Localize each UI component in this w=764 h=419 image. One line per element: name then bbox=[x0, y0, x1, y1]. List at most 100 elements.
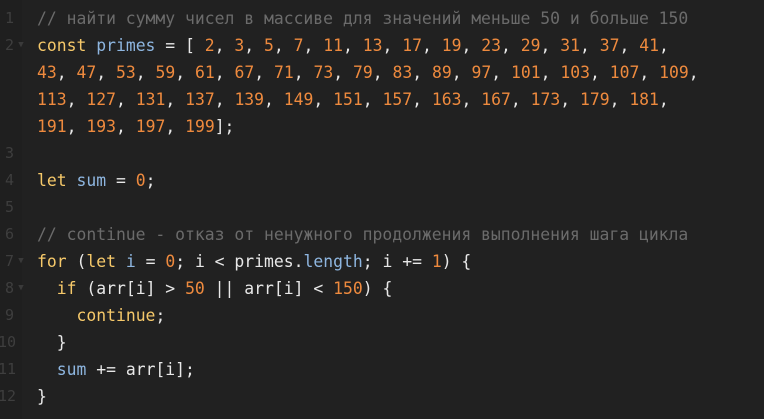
line-number: 2 bbox=[4, 36, 14, 54]
token-punct: , bbox=[412, 90, 432, 109]
token-num: 107 bbox=[609, 63, 640, 82]
token-var: length bbox=[303, 252, 363, 271]
code-line[interactable]: 3 bbox=[0, 140, 764, 167]
token-punct: } bbox=[37, 387, 47, 406]
token-punct: ; bbox=[155, 306, 166, 325]
code-line[interactable]: 2 ▼ const primes = [ 2, 3, 5, 7, 11, 13, 1… bbox=[0, 32, 764, 59]
token-num: 103 bbox=[560, 63, 590, 82]
token-punct: , bbox=[659, 36, 669, 55]
token-var: sum bbox=[56, 360, 87, 379]
code-line[interactable]: 11 sum += arr[i]; bbox=[0, 356, 764, 383]
code-editor[interactable]: 1 // найти сумму чисел в массиве для знач… bbox=[0, 0, 764, 419]
token-punct: ; bbox=[145, 171, 156, 190]
token-num: 19 bbox=[441, 36, 462, 55]
code-line[interactable]: 8 ▼ if (arr[i] > 50 || arr[i] < 150) { bbox=[0, 275, 764, 302]
token-punct: , bbox=[619, 36, 640, 55]
line-number: 4 bbox=[4, 171, 14, 189]
token-punct: , bbox=[491, 63, 511, 82]
token-punct: , bbox=[135, 63, 156, 82]
token-num: 157 bbox=[382, 90, 413, 109]
code-text: // continue - отказ от ненужного продолж… bbox=[37, 221, 688, 248]
token-var: sum bbox=[76, 171, 107, 190]
token-punct: += arr[i]; bbox=[86, 360, 195, 379]
token-num: 5 bbox=[264, 36, 274, 55]
token-plain: primes bbox=[234, 252, 294, 271]
token-punct: , bbox=[96, 63, 116, 82]
token-punct: , bbox=[510, 90, 531, 109]
token-num: 101 bbox=[511, 63, 541, 82]
token-num: 3 bbox=[234, 36, 245, 55]
fold-arrow-icon[interactable]: ▼ bbox=[15, 32, 27, 59]
token-punct: , bbox=[115, 117, 136, 136]
fold-arrow-icon[interactable]: ▼ bbox=[15, 275, 27, 302]
token-keyword: let bbox=[37, 171, 67, 190]
code-text: let sum = 0; bbox=[37, 167, 155, 194]
code-text: // найти сумму чисел в массиве для значе… bbox=[37, 5, 688, 32]
token-punct: , bbox=[372, 63, 393, 82]
token-punct: , bbox=[214, 63, 235, 82]
code-text: sum += arr[i]; bbox=[37, 356, 195, 383]
token-punct: ( bbox=[66, 252, 87, 271]
code-line[interactable]: 10 } bbox=[0, 329, 764, 356]
code-line[interactable]: 4 let sum = 0; bbox=[0, 167, 764, 194]
token-num: 199 bbox=[185, 117, 215, 136]
token-num: 113 bbox=[37, 90, 67, 109]
code-line[interactable]: 12} bbox=[0, 383, 764, 410]
token-num: 0 bbox=[165, 252, 176, 271]
code-line[interactable]: 7 ▼ for (let i = 0; i < primes.length; i +… bbox=[0, 248, 764, 275]
token-num: 149 bbox=[283, 90, 314, 109]
token-punct: , bbox=[422, 36, 442, 55]
token-num: 163 bbox=[431, 90, 462, 109]
token-punct: . bbox=[293, 252, 304, 271]
token-var: primes bbox=[96, 36, 156, 55]
code-text: 191, 193, 197, 199]; bbox=[37, 113, 234, 140]
token-punct: , bbox=[382, 36, 403, 55]
code-text: continue; bbox=[37, 302, 165, 329]
token-punct: , bbox=[580, 36, 600, 55]
token-punct: , bbox=[264, 90, 284, 109]
token-punct: , bbox=[589, 63, 610, 82]
token-punct: , bbox=[66, 117, 87, 136]
token-punct: , bbox=[343, 36, 363, 55]
token-num: 53 bbox=[116, 63, 136, 82]
code-line-wrapped[interactable]: 43, 47, 53, 59, 61, 67, 71, 73, 79, 83, … bbox=[0, 59, 764, 86]
token-punct: = bbox=[135, 252, 166, 271]
code-line[interactable]: 1 // найти сумму чисел в массиве для знач… bbox=[0, 5, 764, 32]
token-punct: , bbox=[165, 117, 186, 136]
token-num: 47 bbox=[76, 63, 97, 82]
line-number: 11 bbox=[0, 360, 17, 378]
token-punct: , bbox=[214, 36, 235, 55]
token-keyword: const bbox=[37, 36, 87, 55]
code-text: 113, 127, 131, 137, 139, 149, 151, 157, … bbox=[37, 86, 669, 113]
token-keyword: if bbox=[56, 279, 77, 298]
token-num: 97 bbox=[471, 63, 492, 82]
token-comment: // continue - отказ от ненужного продолж… bbox=[37, 225, 689, 244]
code-line[interactable]: 6 // continue - отказ от ненужного продол… bbox=[0, 221, 764, 248]
code-text: 43, 47, 53, 59, 61, 67, 71, 73, 79, 83, … bbox=[37, 59, 699, 86]
token-punct: , bbox=[362, 90, 383, 109]
token-punct: , bbox=[333, 63, 353, 82]
token-punct: , bbox=[609, 90, 630, 109]
token-num: 61 bbox=[195, 63, 215, 82]
fold-arrow-icon[interactable]: ▼ bbox=[15, 248, 27, 275]
token-num: 79 bbox=[353, 63, 373, 82]
code-line-wrapped[interactable]: 113, 127, 131, 137, 139, 149, 151, 157, … bbox=[0, 86, 764, 113]
code-area[interactable]: 1 // найти сумму чисел в массиве для знач… bbox=[0, 5, 764, 410]
code-line-wrapped[interactable]: 191, 193, 197, 199]; bbox=[0, 113, 764, 140]
token-keyword: continue bbox=[76, 306, 156, 325]
token-num: 197 bbox=[135, 117, 166, 136]
token-punct: ; i += bbox=[362, 252, 432, 271]
code-line[interactable]: 9 continue; bbox=[0, 302, 764, 329]
token-num: 139 bbox=[234, 90, 265, 109]
token-num: 181 bbox=[629, 90, 659, 109]
code-line[interactable]: 5 bbox=[0, 194, 764, 221]
token-num: 109 bbox=[659, 63, 689, 82]
token-punct: , bbox=[115, 90, 136, 109]
code-text: if (arr[i] > 50 || arr[i] < 150) { bbox=[37, 275, 393, 302]
token-num: 23 bbox=[481, 36, 502, 55]
token-punct: , bbox=[451, 63, 472, 82]
token-num: 173 bbox=[530, 90, 561, 109]
token-num: 37 bbox=[599, 36, 620, 55]
token-num: 71 bbox=[274, 63, 294, 82]
